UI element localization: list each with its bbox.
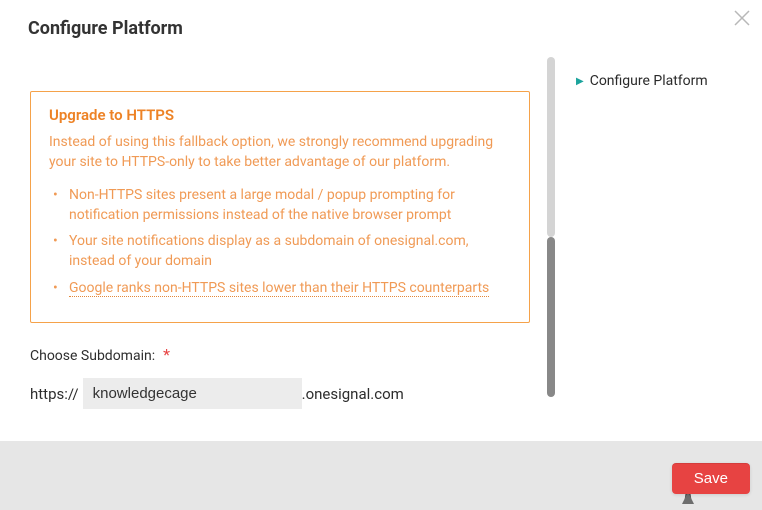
callout-bullet: Your site notifications display as a sub… xyxy=(69,231,511,272)
subdomain-label: Choose Subdomain: xyxy=(30,348,155,364)
subdomain-label-row: Choose Subdomain: * xyxy=(30,345,530,364)
modal-header: Configure Platform xyxy=(0,0,762,57)
subdomain-input-row: https:// .onesignal.com xyxy=(30,378,530,409)
callout-bullet: Non-HTTPS sites present a large modal / … xyxy=(69,185,511,226)
main-panel: Upgrade to HTTPS Instead of using this f… xyxy=(0,57,562,441)
subdomain-prefix: https:// xyxy=(30,385,79,403)
subdomain-input[interactable] xyxy=(83,378,302,409)
close-button[interactable] xyxy=(730,6,754,30)
callout-link[interactable]: Google ranks non-HTTPS sites lower than … xyxy=(69,280,489,297)
nav-item-configure-platform[interactable]: ▶ Configure Platform xyxy=(576,67,748,95)
scroll-area: Upgrade to HTTPS Instead of using this f… xyxy=(0,57,542,441)
scrollbar[interactable] xyxy=(546,57,556,441)
callout-list: Non-HTTPS sites present a large modal / … xyxy=(49,185,511,298)
modal: Configure Platform Upgrade to HTTPS Inst… xyxy=(0,0,762,510)
modal-footer: Save xyxy=(0,446,762,510)
nav-item-label: Configure Platform xyxy=(590,73,708,89)
close-icon xyxy=(732,8,752,28)
triangle-right-icon: ▶ xyxy=(576,76,584,87)
save-button[interactable]: Save xyxy=(672,463,750,494)
callout-bullet: Google ranks non-HTTPS sites lower than … xyxy=(69,278,511,298)
required-mark: * xyxy=(163,345,170,364)
https-upgrade-callout: Upgrade to HTTPS Instead of using this f… xyxy=(30,91,530,323)
page-title: Configure Platform xyxy=(28,18,734,39)
scrollbar-track-indicator xyxy=(547,57,555,237)
callout-heading: Upgrade to HTTPS xyxy=(49,106,511,124)
modal-body: Upgrade to HTTPS Instead of using this f… xyxy=(0,57,762,441)
callout-intro: Instead of using this fallback option, w… xyxy=(49,132,511,173)
scrollbar-thumb[interactable] xyxy=(547,237,555,397)
subdomain-suffix: .onesignal.com xyxy=(302,385,404,403)
side-nav: ▶ Configure Platform xyxy=(562,57,762,441)
subdomain-section: Choose Subdomain: * https:// .onesignal.… xyxy=(30,345,530,409)
